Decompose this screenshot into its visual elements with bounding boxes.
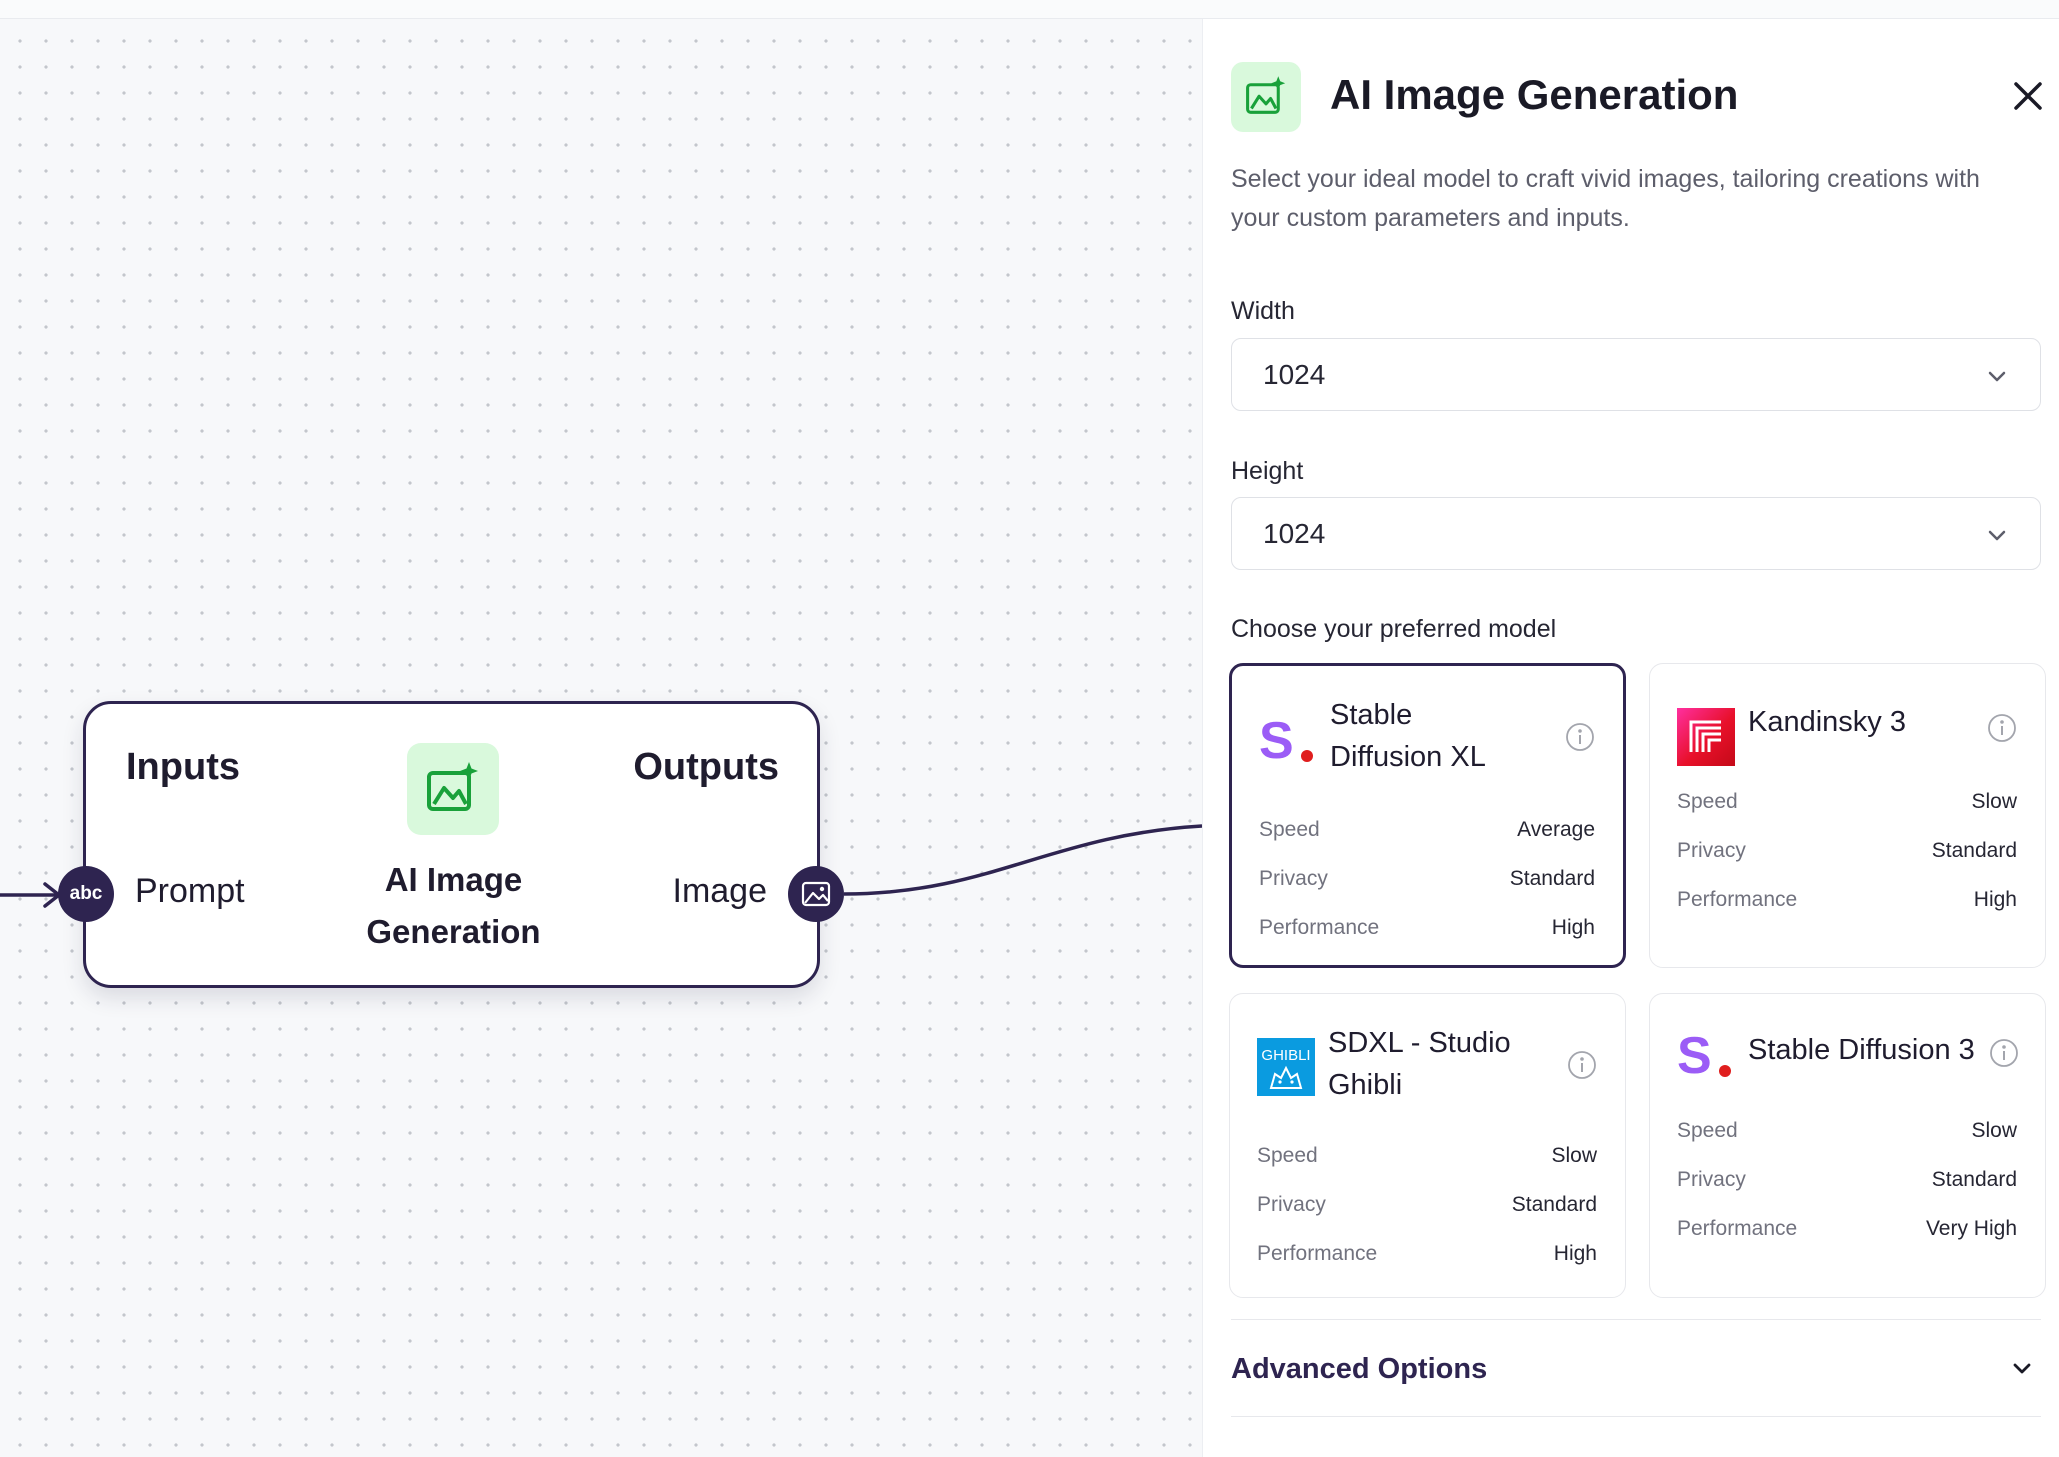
advanced-options-label: Advanced Options <box>1231 1353 1488 1385</box>
width-select[interactable]: 1024 <box>1231 338 2041 411</box>
stat-row-performance: Performance High <box>1259 916 1595 939</box>
chevron-down-icon <box>1988 530 2006 541</box>
stat-row-speed: Speed Slow <box>1677 1119 2017 1142</box>
model-name: Stable Diffusion 3 <box>1748 1034 1975 1066</box>
outgoing-wire <box>843 824 1202 896</box>
stat-row-performance: Performance High <box>1677 888 2017 911</box>
stat-row-speed: Speed Slow <box>1677 790 2017 813</box>
stat-row-speed: Speed Slow <box>1257 1144 1597 1167</box>
advanced-options-toggle[interactable]: Advanced Options <box>1231 1319 2041 1417</box>
chevron-down-icon <box>2013 1363 2031 1374</box>
width-label: Width <box>1231 297 1295 325</box>
height-value: 1024 <box>1263 518 1326 549</box>
node-title: AI Image Generation <box>366 861 541 950</box>
chevron-down-icon <box>1988 371 2006 382</box>
panel-title: AI Image Generation <box>1330 71 1739 118</box>
ghibli-logo: GHIBLI <box>1257 1038 1315 1096</box>
model-name: SDXL - Studio Ghibli <box>1328 1027 1511 1101</box>
width-value: 1024 <box>1263 359 1326 390</box>
svg-text:S: S <box>1259 712 1294 768</box>
stat-row-speed: Speed Average <box>1259 818 1595 841</box>
stable-diffusion-logo: S <box>1677 1027 1731 1083</box>
height-label: Height <box>1231 457 1304 485</box>
kandinsky-logo <box>1677 708 1735 766</box>
text-type-badge: abc <box>69 883 103 904</box>
image-generation-icon <box>1231 62 1301 132</box>
model-card-sdxl-studio-ghibli[interactable]: GHIBLI SDXL - Studio Ghibli Speed Slow Pr… <box>1229 993 1626 1298</box>
model-card-kandinsky-3[interactable]: Kandinsky 3 Speed Slow Privacy Standard Pe… <box>1649 663 2046 968</box>
model-section-label: Choose your preferred model <box>1231 615 1557 643</box>
stat-row-performance: Performance High <box>1257 1242 1597 1265</box>
stat-row-privacy: Privacy Standard <box>1259 867 1595 890</box>
model-name: Stable Diffusion XL <box>1330 699 1486 773</box>
prompt-input-port[interactable]: abc <box>58 866 114 922</box>
close-icon[interactable] <box>2008 76 2048 116</box>
image-output-port[interactable] <box>788 866 844 922</box>
model-card-stable-diffusion-3[interactable]: S Stable Diffusion 3 Speed Slow Privacy St… <box>1649 993 2046 1298</box>
info-icon[interactable] <box>1989 1038 2019 1068</box>
image-port-label: Image <box>672 872 768 910</box>
height-select[interactable]: 1024 <box>1231 497 2041 570</box>
stable-diffusion-logo: S <box>1259 712 1313 768</box>
model-name: Kandinsky 3 <box>1748 706 1906 738</box>
ai-image-generation-node[interactable]: Inputs Outputs AI Image Generation Promp… <box>83 701 820 988</box>
prompt-port-label: Prompt <box>135 872 245 910</box>
model-card-stable-diffusion-xl[interactable]: S Stable Diffusion XL Speed Average Priva… <box>1229 663 1626 968</box>
node-settings-panel: AI Image Generation Select your ideal mo… <box>1202 19 2059 1457</box>
info-icon[interactable] <box>1565 722 1595 752</box>
svg-text:GHIBLI: GHIBLI <box>1261 1047 1310 1064</box>
image-generation-icon <box>407 743 499 835</box>
stat-row-privacy: Privacy Standard <box>1677 1168 2017 1191</box>
node-outputs-label: Outputs <box>633 746 779 788</box>
stat-row-privacy: Privacy Standard <box>1257 1193 1597 1216</box>
stat-row-performance: Performance Very High <box>1677 1217 2017 1240</box>
panel-description: Select your ideal model to craft vivid i… <box>1231 165 1980 232</box>
node-inputs-label: Inputs <box>126 746 240 788</box>
stat-row-privacy: Privacy Standard <box>1677 839 2017 862</box>
image-icon <box>801 881 831 907</box>
info-icon[interactable] <box>1567 1050 1597 1080</box>
info-icon[interactable] <box>1987 713 2017 743</box>
svg-text:S: S <box>1677 1027 1712 1083</box>
